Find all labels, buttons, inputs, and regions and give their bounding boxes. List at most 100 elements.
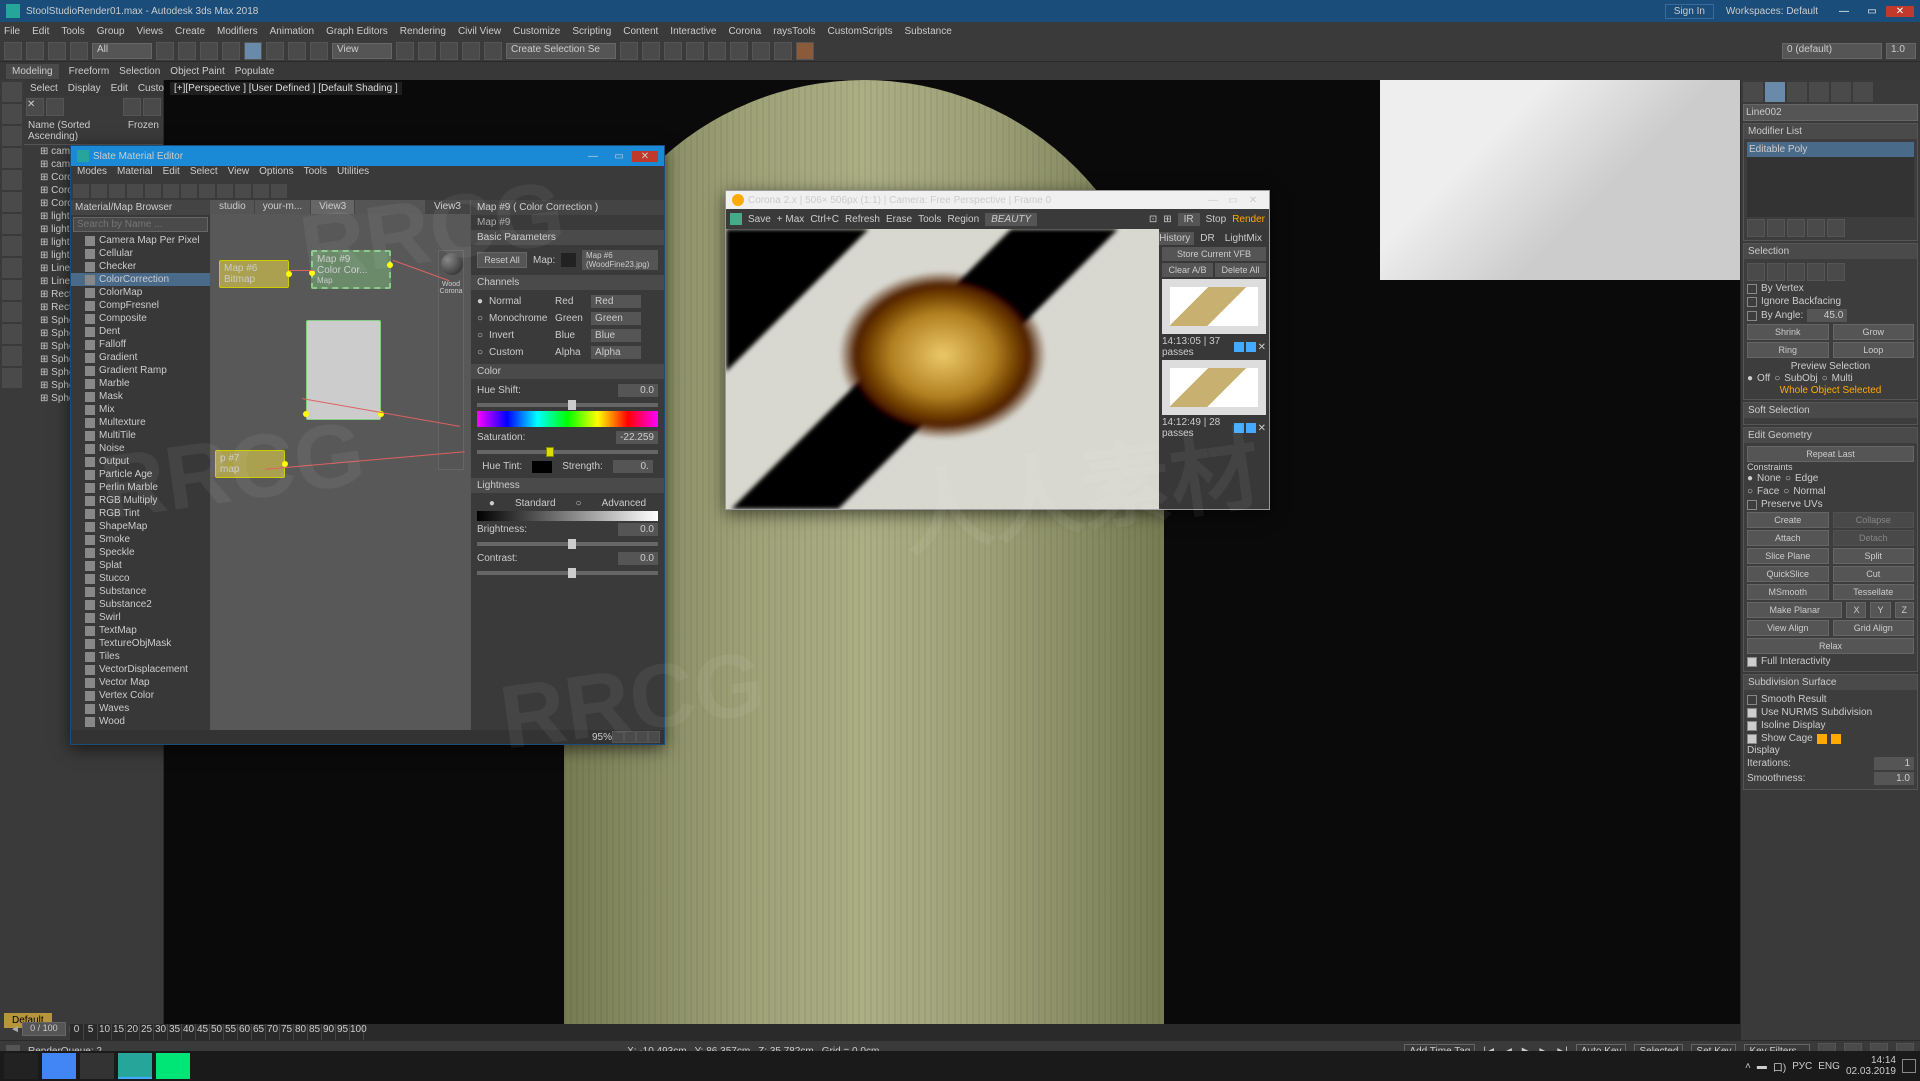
map-item[interactable]: MultiTile [71,429,210,442]
map-item[interactable]: Swirl [71,611,210,624]
map-item[interactable]: Gradient Ramp [71,364,210,377]
tray-lang[interactable]: ENG [1818,1061,1840,1072]
by-angle-check[interactable] [1747,311,1757,321]
constraint-normal[interactable]: Normal [1793,486,1825,497]
map-item[interactable]: Falloff [71,338,210,351]
x-button[interactable]: X [1846,602,1866,618]
task-audition-icon[interactable] [156,1053,190,1079]
show-end-icon[interactable] [1767,219,1785,237]
vfb-titlebar[interactable]: Corona 2.x | 506× 506px (1:1) | Camera: … [726,191,1269,209]
frame-spinner[interactable]: ◄0 / 100► [10,1022,78,1036]
motion-panel-icon[interactable] [1809,82,1829,102]
slate-nav-icon[interactable] [624,731,636,743]
slate-menu-modes[interactable]: Modes [77,166,107,182]
map-button[interactable]: Map #6 (WoodFine23.jpg) [582,250,658,270]
map-item[interactable]: Stucco [71,572,210,585]
vfb-erase[interactable]: Erase [886,214,912,225]
current-frame[interactable]: 0 / 100 [22,1022,66,1036]
slate-tb-icon[interactable] [127,184,143,198]
map-item[interactable]: Vertex Color [71,689,210,702]
slate-nav-icon[interactable] [612,731,624,743]
delete-all-button[interactable]: Delete All [1215,263,1266,277]
slate-menu-view[interactable]: View [228,166,250,182]
map-item[interactable]: CompFresnel [71,299,210,312]
map-item[interactable]: Gradient [71,351,210,364]
lightness-header[interactable]: Lightness [471,478,664,493]
menu-substance[interactable]: Substance [905,26,952,37]
history-thumb-1[interactable] [1162,279,1266,334]
tray-time[interactable]: 14:14 [1871,1055,1896,1066]
ab-a-icon[interactable] [1234,342,1244,352]
quickslice-button[interactable]: QuickSlice [1747,566,1829,582]
prevsel-sub-radio[interactable]: SubObj [1784,373,1817,384]
create-tab-icon[interactable] [2,82,22,102]
move-icon[interactable] [244,42,262,60]
slate-tb-icon[interactable] [109,184,125,198]
material-preview-strip[interactable]: WoodCorona [438,250,464,470]
modify-panel-icon[interactable] [1765,82,1785,102]
scene-find-icon[interactable]: ✕ [26,98,44,116]
selection-rollout[interactable]: Selection [1744,244,1917,259]
menu-raystools[interactable]: raysTools [773,26,815,37]
saturation-slider[interactable] [477,450,658,454]
menu-group[interactable]: Group [97,26,125,37]
vp-tool6-icon[interactable] [2,302,22,322]
reset-all-button[interactable]: Reset All [477,252,527,268]
placement-icon[interactable] [310,42,328,60]
viewalign-button[interactable]: View Align [1747,620,1829,636]
vfb-region[interactable]: Region [947,214,979,225]
object-name-input[interactable] [1743,104,1918,121]
channel-invert-radio[interactable]: Invert [489,330,549,341]
menu-tools[interactable]: Tools [61,26,84,37]
menu-file[interactable]: File [4,26,20,37]
grow-button[interactable]: Grow [1833,324,1915,340]
iter-value[interactable]: 1 [1874,757,1914,770]
hierarchy-tab-icon[interactable] [2,104,22,124]
slice-plane-button[interactable]: Slice Plane [1747,548,1829,564]
poly-subobj-icon[interactable] [1807,263,1825,281]
display-panel-icon[interactable] [1831,82,1851,102]
vp-tool5-icon[interactable] [2,280,22,300]
map-item[interactable]: Mask [71,390,210,403]
node-input-port[interactable] [303,411,309,417]
map-item[interactable]: ShapeMap [71,520,210,533]
select-name-icon[interactable] [178,42,196,60]
close-icon[interactable]: ✕ [1886,6,1914,17]
vfb-ctrlc[interactable]: Ctrl+C [810,214,839,225]
render-setup-icon[interactable] [752,42,770,60]
lightness-adv-radio[interactable]: Advanced [602,498,646,509]
delete-thumb-icon[interactable]: ✕ [1258,423,1266,434]
vfb-render-button[interactable]: Render [1232,214,1265,225]
slate-max-icon[interactable]: ▭ [606,151,632,162]
vertex-subobj-icon[interactable] [1747,263,1765,281]
history-thumb-2[interactable] [1162,360,1266,415]
blue-select[interactable]: Blue [591,329,641,342]
editgeo-rollout[interactable]: Edit Geometry [1744,428,1917,443]
select-icon[interactable] [156,42,174,60]
map-item[interactable]: Noise [71,442,210,455]
ribbon-selection[interactable]: Selection [119,66,160,77]
map-item[interactable]: VectorDisplacement [71,663,210,676]
workspaces-dropdown[interactable]: Workspaces: Default [1726,6,1818,17]
menu-content[interactable]: Content [623,26,658,37]
basic-params-header[interactable]: Basic Parameters [471,230,664,245]
slate-titlebar[interactable]: Slate Material Editor — ▭ ✕ [71,146,664,166]
slate-tb-icon[interactable] [73,184,89,198]
map-item[interactable]: Mix [71,403,210,416]
vfb-refresh[interactable]: Refresh [845,214,880,225]
view-tab-studio[interactable]: studio [211,200,254,214]
attach-button[interactable]: Attach [1747,530,1829,546]
slate-tb-icon[interactable] [145,184,161,198]
configure-icon[interactable] [1827,219,1845,237]
window-crossing-icon[interactable] [222,42,240,60]
vfb-max-icon[interactable]: ▭ [1223,195,1243,206]
scene-menu-select[interactable]: Select [30,83,58,94]
task-explorer-icon[interactable] [80,1053,114,1079]
slate-tb-icon[interactable] [235,184,251,198]
collapse-button[interactable]: Collapse [1833,512,1915,528]
task-chrome-icon[interactable] [42,1053,76,1079]
alpha-select[interactable]: Alpha [591,346,641,359]
modifier-stack-item[interactable]: Editable Poly [1747,142,1914,157]
node-input-port[interactable] [309,270,315,276]
node-output-port[interactable] [282,461,288,467]
